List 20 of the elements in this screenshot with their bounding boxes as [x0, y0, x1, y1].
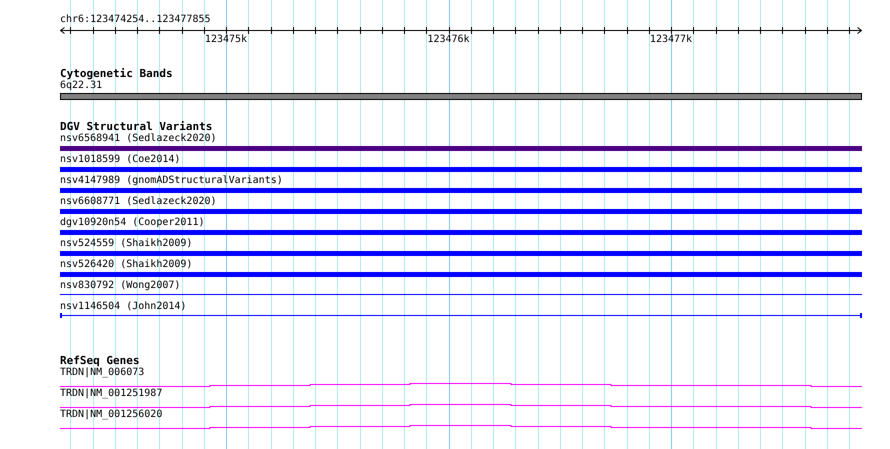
feature-label: TRDN|NM_001251987 [60, 388, 164, 400]
feature-label: dgv10920n54 (Cooper2011) [60, 217, 206, 229]
feature-label: TRDN|NM_001256020 [60, 409, 164, 421]
feature-label: nsv1146504 (John2014) [60, 301, 188, 313]
feature-label: nsv524559 (Shaikh2009) [60, 238, 194, 250]
track-title: RefSeq Genes [60, 355, 140, 367]
tick-label: 123477k [650, 34, 692, 46]
feature-label: nsv1018599 (Coe2014) [60, 154, 182, 166]
locus-label: chr6:123474254..123477855 [60, 14, 212, 26]
feature-label: nsv830792 (Wong2007) [60, 280, 182, 292]
feature-label: nsv6608771 (Sedlazeck2020) [60, 196, 218, 208]
tick-label: 123476k [427, 34, 470, 46]
track-title: Cytogenetic Bands [60, 68, 174, 80]
feature-label: nsv6568941 (Sedlazeck2020) [60, 133, 218, 145]
feature-label: nsv4147989 (gnomADStructuralVariants) [60, 175, 284, 187]
feature-label: 6q22.31 [60, 80, 104, 92]
feature-label: nsv526420 (Shaikh2009) [60, 259, 194, 271]
track-title: DGV Structural Variants [60, 121, 214, 133]
feature-label: TRDN|NM_006073 [60, 367, 146, 379]
tick-label: 123475k [204, 34, 248, 46]
